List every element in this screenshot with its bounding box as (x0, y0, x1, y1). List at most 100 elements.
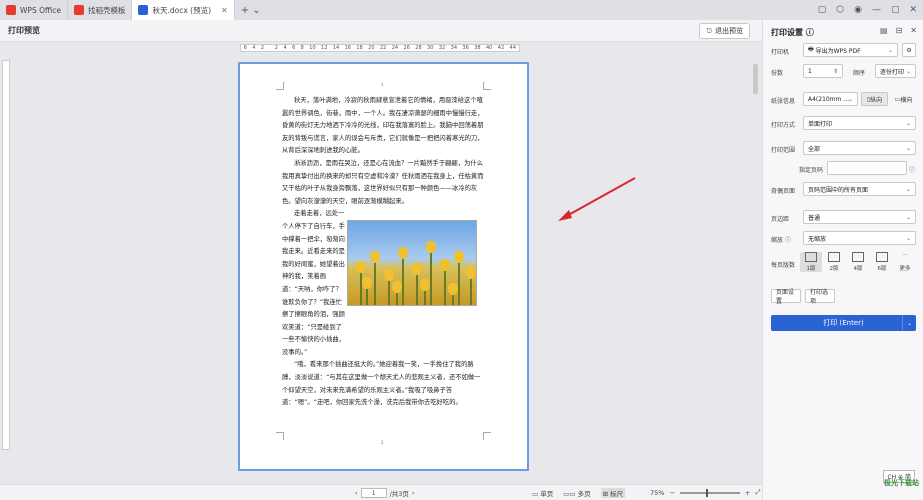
tulip-stem (458, 261, 460, 305)
margin-label: 页边距 (771, 216, 790, 223)
tab-wps-office[interactable]: WPS Office (0, 0, 68, 20)
tab-label: 找稻壳模板 (87, 5, 126, 15)
title-bar: WPS Office 找稻壳模板 秋天.docx (预览) ✕ + ⌄ ▢ ⬡ … (0, 0, 923, 20)
next-page-icon[interactable]: › (412, 489, 415, 497)
print-button-label: 打印 (Enter) (823, 319, 864, 327)
tulip-stem (360, 271, 362, 305)
minimize-icon[interactable]: — (872, 5, 881, 15)
zoom-slider-knob[interactable] (706, 488, 708, 497)
ruler-mark: 28 (415, 45, 422, 51)
vertical-ruler[interactable] (2, 60, 10, 450)
zoom-slider[interactable] (679, 488, 740, 497)
stepper-icon[interactable]: ⇕ (833, 68, 838, 75)
printer-settings-button[interactable]: ⚙ (902, 43, 916, 57)
multi-page-button[interactable]: ▭▭ 多页 (563, 488, 590, 498)
print-options-button[interactable]: 打印选项 (805, 289, 835, 305)
printer-value: 导出为WPS PDF (815, 47, 861, 55)
layout-1-button[interactable]: 1版 (800, 252, 822, 272)
print-range-select[interactable]: 全部 ⌄ (803, 141, 916, 155)
ruler-mark: 6 (292, 45, 296, 51)
chevron-down-icon: ⌄ (905, 67, 911, 75)
scope-label: 奇偶页面 (771, 188, 796, 195)
ruler-mark: 14 (332, 45, 340, 51)
chevron-down-icon: ⌄ (905, 119, 911, 127)
crop-mark (483, 432, 491, 440)
page-setup-label: 页面设置 (776, 289, 795, 305)
tab-docer[interactable]: 找稻壳模板 (68, 0, 133, 20)
layout-2-button[interactable]: 2版 (823, 252, 845, 272)
preview-toolbar: 打印预览 ⎋ 退出预览 (0, 20, 762, 42)
exit-preview-button[interactable]: ⎋ 退出预览 (699, 23, 750, 39)
six-page-icon (876, 252, 888, 262)
help-icon[interactable]: ⓘ (806, 28, 814, 37)
scale-help-icon[interactable]: ⓘ (785, 237, 791, 244)
order-select[interactable]: 逐份打印 ⌄ (875, 64, 916, 78)
single-page-button[interactable]: ▭ 单页 (532, 488, 553, 498)
portrait-button[interactable]: ▯ 纵向 (861, 92, 888, 106)
layout-4-button[interactable]: 4版 (847, 252, 869, 272)
layout-6-button[interactable]: 6版 (871, 252, 893, 272)
print-mode-label: 打印方式 (771, 122, 796, 129)
margin-select[interactable]: 普通 ⌄ (803, 210, 916, 224)
gear-icon: ⚙ (906, 46, 912, 54)
four-page-icon (852, 252, 864, 262)
tulip-flower (420, 279, 430, 291)
tulip-flower (398, 247, 408, 259)
window-controls: ▢ ⬡ ◉ — ▢ ✕ (818, 0, 917, 20)
ruler-mark: 10 (309, 45, 316, 51)
chevron-down-icon: ⌄ (905, 234, 911, 242)
cube-icon[interactable]: ⬡ (836, 5, 844, 15)
page-input[interactable]: 1 (360, 488, 387, 498)
ruler-mark: 4 (252, 45, 256, 51)
crop-mark (276, 82, 284, 90)
scale-select[interactable]: 无缩放 ⌄ (803, 231, 916, 245)
per-sheet-label: 每页版数 (771, 262, 796, 269)
tab-document[interactable]: 秋天.docx (预览) ✕ (132, 0, 235, 20)
avatar-icon[interactable]: ◉ (854, 5, 862, 15)
prev-page-icon[interactable]: ‹ (355, 489, 358, 497)
pages-input[interactable] (827, 161, 907, 175)
zoom-control: 75% − + ⤢ (650, 488, 761, 497)
paragraph: 走着走着，远处一个人停下了自行车，手中撑着一把伞，匆匆向我走来。近看走来的是我的… (282, 210, 345, 356)
close-panel-icon[interactable]: ✕ (910, 26, 917, 35)
two-page-icon (828, 252, 840, 262)
pin-icon[interactable]: ⊟ (896, 26, 903, 35)
ruler-mark: 36 (462, 45, 469, 51)
zoom-out-icon[interactable]: − (669, 489, 674, 497)
tulip-flower (454, 251, 464, 263)
maximize-icon[interactable]: ▢ (891, 5, 900, 15)
close-window-icon[interactable]: ✕ (909, 5, 917, 15)
ruler-toggle[interactable]: ⊞ 标尺 (600, 488, 626, 498)
copies-input[interactable]: 1 ⇕ (803, 64, 843, 78)
print-button[interactable]: 打印 (Enter) ⌄ (771, 315, 916, 331)
new-tab-icon[interactable]: + ⌄ (235, 5, 267, 16)
tulip-stem (470, 277, 472, 305)
preview-scrollbar[interactable] (753, 44, 759, 484)
horizontal-ruler[interactable]: 6 4 2 2 4 6 8 10 12 14 16 18 20 22 24 26 28 30 32 34 36 38 40 4… (240, 44, 520, 52)
layout-more-button[interactable]: ⋯ 更多 (894, 252, 916, 272)
tulip-image (347, 220, 477, 306)
window-icon[interactable]: ▢ (818, 5, 827, 15)
scale-value: 无缩放 (808, 235, 827, 243)
print-mode-select[interactable]: 单面打印 ⌄ (803, 116, 916, 130)
page-total: /共3页 (389, 490, 409, 498)
landscape-button[interactable]: ▭ 横向 (890, 92, 917, 106)
scope-select[interactable]: 页码范围中的所有页面 ⌄ (803, 182, 916, 196)
fit-page-icon[interactable]: ⤢ (755, 488, 760, 497)
pages-help-icon[interactable]: ⓘ (909, 165, 915, 174)
tulip-flower (440, 259, 450, 271)
layout-label: 更多 (899, 266, 911, 272)
layout-icon[interactable]: ▤ (880, 26, 888, 35)
ruler-mark: 22 (379, 45, 387, 51)
scale-label-text: 缩放 (771, 237, 784, 244)
page-setup-button[interactable]: 页面设置 (771, 289, 801, 305)
zoom-in-icon[interactable]: + (745, 489, 750, 497)
close-tab-icon[interactable]: ✕ (221, 6, 228, 15)
layout-label: 2版 (829, 266, 839, 272)
ruler-mark: 24 (391, 45, 399, 51)
paper-select[interactable]: A4(210mm ... ⌄ (803, 92, 858, 106)
layout-label: 6版 (877, 266, 887, 272)
chevron-down-icon[interactable]: ⌄ (902, 315, 916, 331)
printer-select[interactable]: 🖶 导出为WPS PDF ⌄ (803, 43, 898, 57)
panel-title: 打印设置 ⓘ (771, 27, 814, 38)
